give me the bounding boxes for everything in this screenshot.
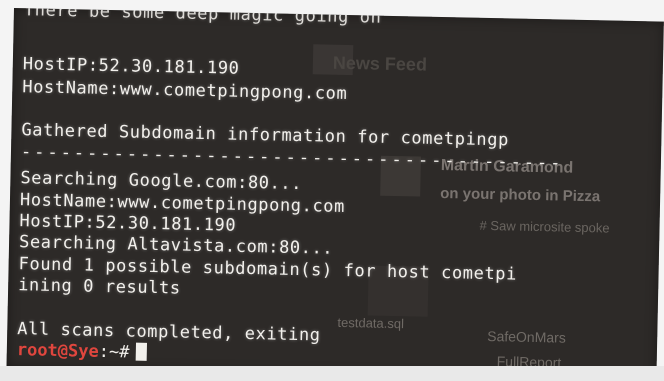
bezel-bottom [0,366,664,381]
prompt-path: :~# [98,341,130,363]
shell-prompt[interactable]: root@Sye:~# [17,340,147,363]
terminal-line: There be some deep magic going on [23,8,382,28]
terminal-output[interactable]: There be some deep magic going on HostIP… [6,8,663,381]
monitor-screen: News Feed Martin Garamond on your photo … [6,8,664,381]
prompt-user: root@Sye [16,340,99,362]
terminal-line: HostName:www.cometpingpong.com [22,77,348,104]
photo-frame: News Feed Martin Garamond on your photo … [0,0,664,381]
terminal-line: ining 0 results [17,275,181,299]
cursor-block [135,342,147,361]
terminal-line: HostIP:52.30.181.190 [22,54,240,79]
